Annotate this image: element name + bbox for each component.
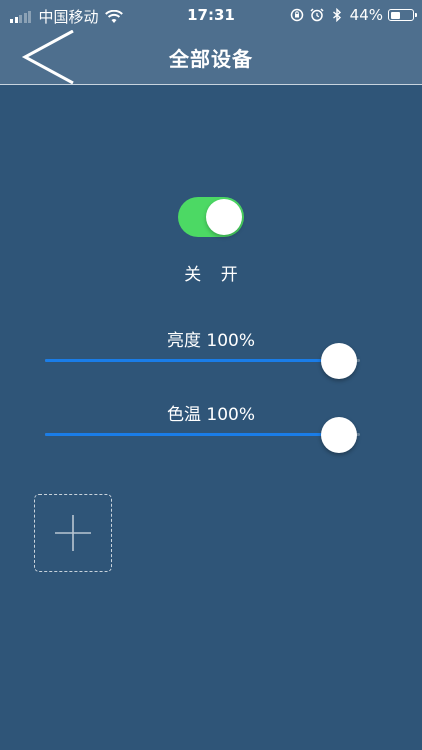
alarm-icon: [310, 8, 324, 22]
power-toggle[interactable]: [178, 197, 244, 237]
power-toggle-labels: 关 开: [184, 265, 238, 285]
rotation-lock-icon: [290, 8, 303, 22]
nav-bar: 全部设备: [0, 29, 422, 85]
slider-thumb[interactable]: [321, 417, 357, 453]
color-temp-slider[interactable]: [45, 415, 360, 455]
brightness-slider[interactable]: [45, 341, 360, 381]
status-bar: 中国移动 17:31 44%: [0, 0, 422, 30]
page-title: 全部设备: [169, 47, 253, 71]
toggle-knob: [206, 199, 242, 235]
battery-level: [390, 11, 400, 19]
slider-fill: [45, 433, 342, 436]
battery-percent: 44%: [349, 6, 383, 24]
status-right: 44%: [284, 6, 417, 24]
slider-thumb[interactable]: [321, 343, 357, 379]
bluetooth-icon: [332, 8, 341, 22]
battery-icon: [388, 9, 417, 21]
plus-icon: [55, 515, 91, 551]
add-device-button[interactable]: [34, 494, 112, 572]
slider-fill: [45, 359, 342, 362]
